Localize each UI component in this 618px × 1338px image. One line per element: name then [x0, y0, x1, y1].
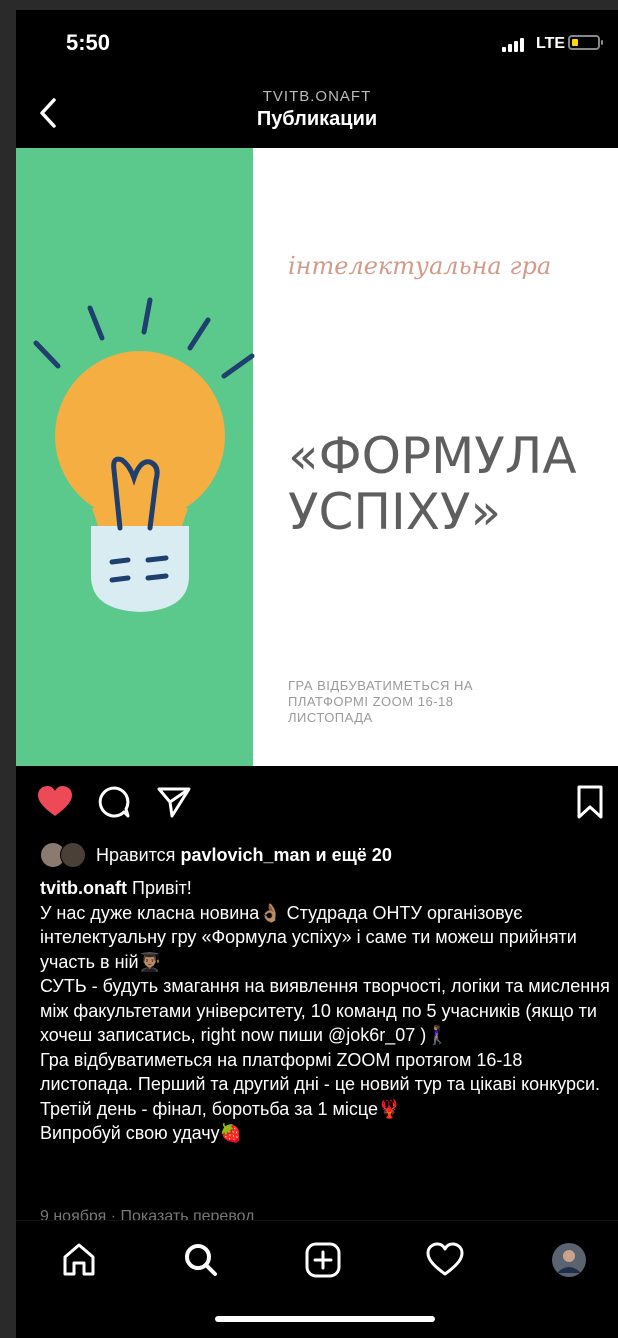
caption-line: У нас дуже класна новина👌🏽 Студрада ОНТУ…: [40, 902, 577, 972]
home-indicator[interactable]: [215, 1316, 435, 1322]
post-image[interactable]: інтелектуальна гра «ФОРМУЛА УСПІХУ» ГРА …: [16, 148, 618, 766]
tab-home[interactable]: [60, 1241, 98, 1279]
profile-avatar: [552, 1243, 586, 1277]
avatar: [60, 842, 86, 868]
tab-search[interactable]: [182, 1241, 220, 1279]
page-title: Публикации: [256, 108, 378, 130]
caption-username[interactable]: tvitb.onaft: [40, 878, 127, 898]
bookmark-icon: [577, 785, 603, 819]
caption-line: СУТЬ - будуть змагання на виявлення твор…: [40, 976, 610, 1045]
share-button[interactable]: [156, 784, 192, 820]
image-title-line-2: УСПІХУ»: [288, 483, 502, 541]
caption-line: tvitb.onaft Привіт!: [40, 876, 610, 901]
comment-icon: [98, 786, 130, 818]
header-account: TVITB.ONAFT: [262, 88, 372, 105]
activity-heart-icon: [426, 1242, 464, 1276]
image-subtitle: інтелектуальна гра: [288, 252, 552, 280]
heart-filled-icon: [38, 786, 72, 816]
likes-prefix: Нравится: [96, 844, 176, 865]
home-icon: [63, 1243, 95, 1276]
save-button[interactable]: [574, 784, 610, 820]
phone-screen: 5:50 LTE TVITB.ONAFT Публикации інтелект…: [16, 10, 618, 1338]
network-label: LTE: [536, 35, 566, 52]
likes-user[interactable]: pavlovich_man: [180, 845, 310, 866]
status-time: 5:50: [66, 30, 111, 55]
like-button[interactable]: [36, 784, 72, 820]
caption-line: Гра відбуватиметься на платформі ZOOM пр…: [40, 1049, 601, 1119]
post-actions: [16, 776, 618, 824]
tab-profile[interactable]: [550, 1241, 588, 1279]
image-title-line-1: «ФОРМУЛА: [288, 427, 577, 485]
page-header: TVITB.ONAFT Публикации: [16, 74, 618, 148]
paper-plane-icon: [157, 787, 191, 818]
light-bulb-icon: [33, 297, 255, 612]
caption-first: Привіт!: [127, 878, 192, 898]
comment-button[interactable]: [96, 784, 132, 820]
tab-new-post[interactable]: [304, 1241, 342, 1279]
search-icon: [185, 1244, 217, 1276]
add-post-icon: [305, 1242, 341, 1278]
likes-line[interactable]: Нравится pavlovich_man и ещё 20: [40, 842, 392, 868]
image-note: ГРА ВІДБУВАТИМЕТЬСЯ НА ПЛАТФОРМІ ZOOM 16…: [288, 678, 474, 725]
caption-line: Випробуй свою удачу🍓: [40, 1123, 242, 1143]
battery-icon: [568, 35, 603, 50]
liker-avatars: [40, 842, 92, 868]
tab-activity[interactable]: [426, 1241, 464, 1279]
signal-icon: [502, 38, 524, 52]
post-caption: tvitb.onaft Привіт! У нас дуже класна но…: [40, 876, 610, 1146]
status-bar: 5:50 LTE: [16, 10, 618, 74]
likes-suffix[interactable]: и ещё 20: [316, 845, 392, 866]
image-title: «ФОРМУЛА УСПІХУ»: [288, 428, 577, 540]
